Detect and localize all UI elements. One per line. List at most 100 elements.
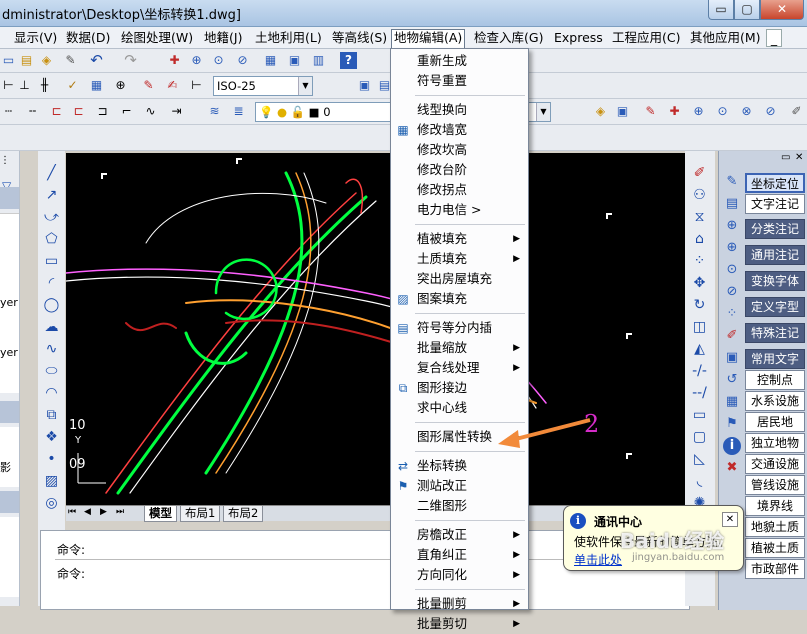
- tool-palette-icon[interactable]: ▥: [310, 52, 327, 69]
- fillet-icon[interactable]: ◟: [691, 473, 708, 490]
- menu-feature-edit[interactable]: 地物编辑(A): [391, 29, 466, 49]
- drawing-canvas[interactable]: 10 Y 09: [66, 153, 690, 506]
- dropdown-item[interactable]: 批量剪切 ▶: [391, 614, 528, 634]
- tab-model[interactable]: 模型: [144, 506, 177, 522]
- tab-first-icon[interactable]: ⏮: [68, 507, 76, 517]
- zoom-out-icon[interactable]: ⊙: [714, 103, 731, 120]
- zoom-window-icon[interactable]: ⊙: [210, 52, 227, 69]
- dim-edit-icon[interactable]: ✎: [140, 77, 157, 94]
- polygon-icon[interactable]: ⬠: [43, 231, 60, 248]
- tab-prev-icon[interactable]: ◀: [84, 507, 91, 517]
- zoom-previous-icon[interactable]: ⊘: [234, 52, 251, 69]
- copy-icon[interactable]: ⚇: [691, 187, 708, 204]
- pan2-icon[interactable]: ✚: [666, 103, 683, 120]
- new-icon[interactable]: ▭: [0, 52, 17, 69]
- dim-continue-icon[interactable]: ╫: [36, 77, 53, 94]
- step-icon[interactable]: ⌐: [118, 103, 135, 120]
- dashed-line-icon[interactable]: ╌: [24, 103, 41, 120]
- palette-button[interactable]: 分类注记: [745, 219, 805, 239]
- undo-icon[interactable]: ↶: [88, 52, 105, 69]
- layer-previous-icon[interactable]: ◈: [592, 103, 609, 120]
- rectangle-icon[interactable]: ▭: [43, 253, 60, 270]
- bracket2-icon[interactable]: ⊏: [70, 103, 87, 120]
- trim-icon[interactable]: -/-: [691, 363, 708, 380]
- tolerance-icon[interactable]: ▦: [88, 77, 105, 94]
- palette-button[interactable]: 植被土质: [745, 538, 805, 558]
- make-block-icon[interactable]: ❖: [43, 429, 60, 446]
- maximize-button[interactable]: ▢: [734, 0, 760, 20]
- tab-last-icon[interactable]: ⏭: [116, 507, 124, 517]
- zoom-all-icon[interactable]: ⊘: [762, 103, 779, 120]
- wave-icon[interactable]: ∿: [142, 103, 159, 120]
- center-mark-icon[interactable]: ⊕: [112, 77, 129, 94]
- text-style-icon[interactable]: ▣: [356, 77, 373, 94]
- palette-button[interactable]: 控制点: [745, 370, 805, 390]
- move-icon[interactable]: ✥: [691, 275, 708, 292]
- palette-button[interactable]: 文字注记: [745, 194, 805, 214]
- dropdown-item[interactable]: ▤ 符号等分内插: [391, 318, 528, 338]
- dropdown-item[interactable]: 方向同化 ▶: [391, 565, 528, 585]
- extend-icon[interactable]: --/: [691, 385, 708, 402]
- tab-layout1[interactable]: 布局1: [180, 506, 221, 522]
- ellipse-arc-icon[interactable]: ◠: [43, 385, 60, 402]
- chamfer-icon[interactable]: ◺: [691, 451, 708, 468]
- palette-button[interactable]: 地貌土质: [745, 517, 805, 537]
- layers-icon[interactable]: ≋: [206, 103, 223, 120]
- zoom-extent-icon[interactable]: ⊗: [738, 103, 755, 120]
- erase-icon[interactable]: ✐: [691, 165, 708, 182]
- dropdown-item[interactable]: 土质填充 ▶: [391, 249, 528, 269]
- tab-layout2[interactable]: 布局2: [223, 506, 264, 522]
- dropdown-item[interactable]: 房檐改正 ▶: [391, 525, 528, 545]
- dim-style-combo[interactable]: ISO-25 ▼: [213, 76, 313, 96]
- scale-icon[interactable]: ◫: [691, 319, 708, 336]
- dropdown-item[interactable]: ⚑ 测站改正: [391, 476, 528, 496]
- line-tool-icon[interactable]: ╱: [43, 165, 60, 182]
- point-icon[interactable]: •: [43, 451, 60, 468]
- palette-button[interactable]: 通用注记: [745, 245, 805, 265]
- circle-icon[interactable]: ◯: [43, 297, 60, 314]
- palette-button[interactable]: 常用文字: [745, 349, 805, 369]
- palette-button[interactable]: 管线设施: [745, 475, 805, 495]
- balloon-link[interactable]: 单击此处: [574, 551, 622, 568]
- balloon-close-button[interactable]: ✕: [722, 512, 738, 527]
- line-icon[interactable]: ┄: [0, 103, 17, 120]
- menu-cadastre[interactable]: 地籍(J): [202, 29, 244, 47]
- menu-view[interactable]: 显示(V): [12, 29, 59, 47]
- corner-icon[interactable]: ⊐: [94, 103, 111, 120]
- arc-icon[interactable]: ◜: [43, 275, 60, 292]
- palette-close-icon[interactable]: ✕: [795, 152, 803, 163]
- layer-save-icon[interactable]: ▣: [614, 103, 631, 120]
- menu-data[interactable]: 数据(D): [64, 29, 112, 47]
- dropdown-item[interactable]: 符号重置: [391, 71, 528, 91]
- dropdown-item[interactable]: 修改坎高: [391, 140, 528, 160]
- dropdown-item[interactable]: ▦ 修改墙宽: [391, 120, 528, 140]
- break-icon[interactable]: ▭: [691, 407, 708, 424]
- palette-button[interactable]: 坐标定位: [745, 173, 805, 193]
- region-icon[interactable]: ◎: [43, 495, 60, 512]
- insert-block-icon[interactable]: ⧉: [43, 407, 60, 424]
- rotate-icon[interactable]: ↻: [691, 297, 708, 314]
- dropdown-item[interactable]: 突出房屋填充: [391, 269, 528, 289]
- mdi-restore-button[interactable]: _: [766, 29, 782, 47]
- dropdown-item[interactable]: ▨ 图案填充: [391, 289, 528, 309]
- palette-restore-icon[interactable]: ▭: [781, 152, 790, 163]
- dim-baseline-icon[interactable]: ⊥: [16, 77, 33, 94]
- dropdown-item[interactable]: 重新生成: [391, 51, 528, 71]
- arrow-line-icon[interactable]: ⇥: [168, 103, 185, 120]
- mirror-icon[interactable]: ⧖: [691, 209, 708, 226]
- dropdown-item[interactable]: 电力电信 >: [391, 200, 528, 220]
- construction-line-icon[interactable]: ↗: [43, 187, 60, 204]
- dropdown-item[interactable]: 植被填充 ▶: [391, 229, 528, 249]
- palette-button[interactable]: 变换字体: [745, 271, 805, 291]
- palette-button[interactable]: 独立地物: [745, 433, 805, 453]
- pan-icon[interactable]: ✚: [166, 52, 183, 69]
- panel-section-header[interactable]: [0, 491, 19, 513]
- dropdown-item[interactable]: 修改拐点: [391, 180, 528, 200]
- offset-icon[interactable]: ⌂: [691, 231, 708, 248]
- palette-button[interactable]: 境界线: [745, 496, 805, 516]
- dim-text-edit-icon[interactable]: ✍: [164, 77, 181, 94]
- revcloud-icon[interactable]: ☁: [43, 319, 60, 336]
- zoom-realtime-icon[interactable]: ⊕: [188, 52, 205, 69]
- dim-linear-icon[interactable]: ⊢: [0, 77, 17, 94]
- panel-section-header[interactable]: [0, 187, 19, 209]
